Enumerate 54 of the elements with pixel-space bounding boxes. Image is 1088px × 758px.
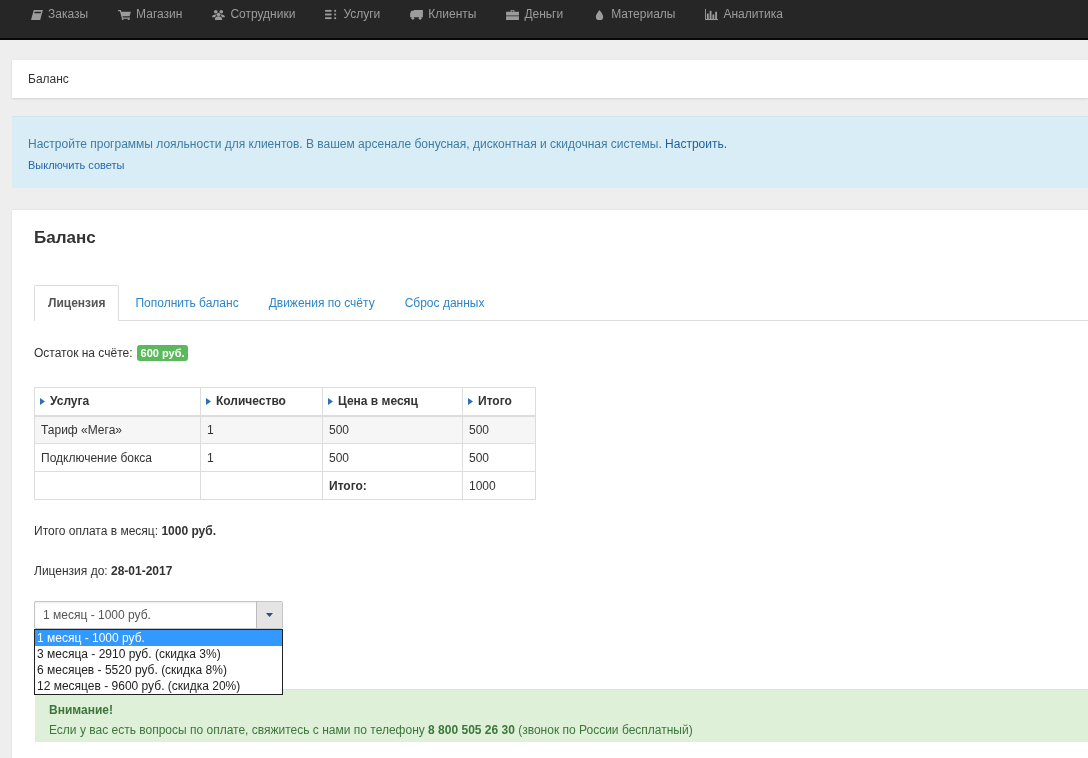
notice-text: Если у вас есть вопросы по оплате, свяжитесь с нами по телефону 8 800 505 26 30 (звонок по России бесплатный)	[49, 723, 694, 737]
tip-text: Настройте программы лояльности для клиентов. В вашем арсенале бонусная, дисконтная и скидочная системы. Настроить.	[28, 137, 729, 151]
dropdown-option[interactable]: 12 месяцев - 9600 руб. (скидка 20%)	[35, 678, 282, 694]
dropdown-option[interactable]: 1 месяц - 1000 руб.	[35, 630, 282, 646]
disable-tips-link[interactable]: Выключить советы	[28, 159, 125, 172]
table-cell: Подключение бокса	[34, 443, 201, 472]
nav-link[interactable]: Деньги	[506, 7, 564, 21]
table-cell: 500	[322, 443, 463, 472]
briefcase-icon	[506, 8, 520, 20]
nav-link[interactable]: Сотрудники	[212, 7, 296, 21]
triangle-icon	[40, 397, 45, 405]
breadcrumb-text: Баланс	[28, 72, 69, 86]
panel-title: Баланс	[34, 228, 97, 248]
table-cell: 500	[462, 415, 536, 444]
nav-link[interactable]: Услуги	[325, 7, 381, 21]
table-cell: 500	[322, 415, 463, 444]
table-cell: 1000	[462, 471, 536, 500]
monthly-total-text: Итого оплата в месяц: 1000 руб.	[34, 524, 218, 538]
column-header: Количество	[200, 387, 323, 416]
notice-title: Внимание!	[49, 703, 114, 717]
nav-link[interactable]: Магазин	[118, 7, 183, 21]
triangle-icon	[468, 397, 473, 405]
caret-icon[interactable]	[256, 602, 282, 628]
tab[interactable]: Движения по счёту	[254, 285, 389, 320]
nav-link[interactable]: Аналитика	[705, 7, 783, 21]
period-select[interactable]: 1 месяц - 1000 руб.	[34, 601, 283, 629]
table-cell: 1	[200, 443, 323, 472]
column-header: Цена в месяц	[322, 387, 463, 416]
table-cell: Итого:	[322, 471, 463, 500]
dropdown-option[interactable]: 6 месяцев - 5520 руб. (скидка 8%)	[35, 662, 282, 678]
users-icon	[212, 8, 226, 20]
balance-badge: 600 руб.	[136, 345, 189, 361]
column-header: Услуга	[34, 387, 201, 416]
bar-chart-icon	[705, 8, 719, 20]
nav-link[interactable]: Материалы	[593, 7, 676, 21]
truck-icon	[410, 8, 424, 20]
tab[interactable]: Сброс данных	[390, 285, 499, 320]
table-cell: 500	[462, 443, 536, 472]
list-icon	[325, 8, 339, 20]
dropdown-option[interactable]: 3 месяца - 2910 руб. (скидка 3%)	[35, 646, 282, 662]
book-icon	[30, 8, 43, 20]
table-cell: Тариф «Мега»	[34, 415, 201, 444]
license-until-text: Лицензия до: 28-01-2017	[34, 564, 174, 578]
triangle-icon	[328, 397, 333, 405]
column-header: Итого	[462, 387, 536, 416]
balance-label: Остаток на счёте:	[34, 346, 133, 360]
tab[interactable]: Лицензия	[34, 285, 120, 321]
nav-link[interactable]: Клиенты	[410, 7, 477, 21]
nav-link[interactable]: Заказы	[30, 7, 89, 21]
table-cell: 1	[200, 415, 323, 444]
setup-link[interactable]: Настроить.	[665, 137, 728, 151]
tab[interactable]: Пополнить баланс	[121, 285, 253, 320]
cart-icon	[118, 8, 132, 20]
triangle-icon	[206, 397, 211, 405]
